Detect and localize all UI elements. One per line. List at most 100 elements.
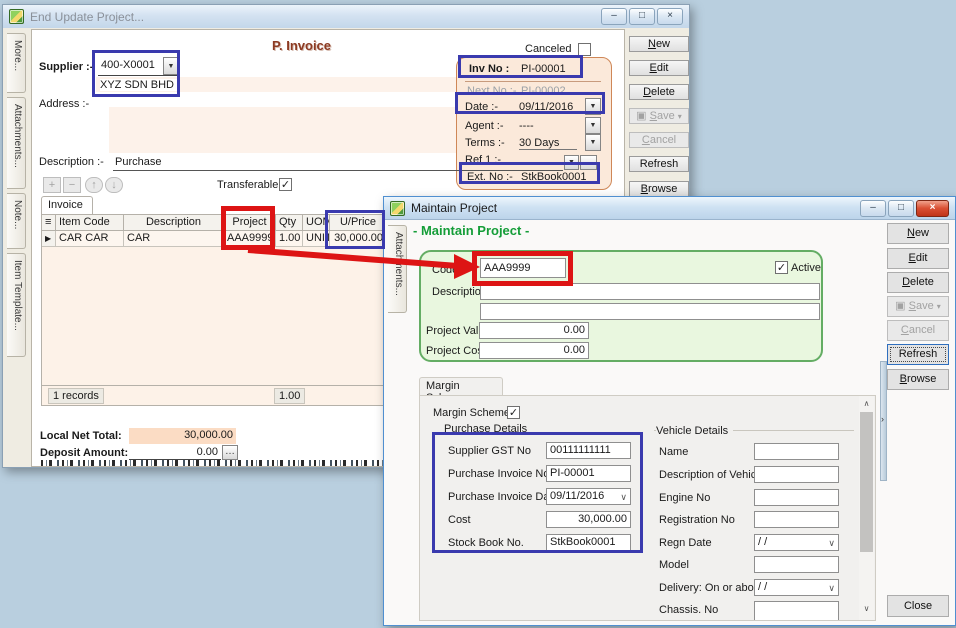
description-more-button[interactable]: … xyxy=(580,155,597,170)
scrollbar-thumb[interactable] xyxy=(860,412,873,552)
new-button[interactable]: New xyxy=(629,36,689,52)
window1-titlebar[interactable]: End Update Project... – □ × xyxy=(3,5,689,28)
cell-uom[interactable]: UNIT xyxy=(303,231,330,246)
sidebar-tab-attachments[interactable]: Attachments... xyxy=(388,225,407,313)
scroll-up-button[interactable]: ∧ xyxy=(860,397,873,410)
project-value-input[interactable]: 0.00 xyxy=(479,322,589,339)
minimize-button[interactable]: – xyxy=(860,200,886,217)
vehicle-name-input[interactable] xyxy=(754,443,839,460)
terms-dropdown-button[interactable]: ▼ xyxy=(585,134,601,151)
code-input[interactable]: AAA9999 xyxy=(480,258,566,278)
header-qty[interactable]: Qty xyxy=(276,215,303,231)
scroll-down-button[interactable]: ∨ xyxy=(860,602,873,615)
splitter-handle[interactable]: › xyxy=(880,361,887,481)
delivery-combo[interactable]: / /∨ xyxy=(754,579,839,596)
project-cost-input[interactable]: 0.00 xyxy=(479,342,589,359)
date-value[interactable]: 09/11/2016 xyxy=(519,101,573,113)
minimize-button[interactable]: – xyxy=(601,8,627,25)
deposit-more-button[interactable]: … xyxy=(222,445,238,460)
regn-date-combo[interactable]: / /∨ xyxy=(754,534,839,551)
project-description-input-1[interactable] xyxy=(480,283,820,300)
add-row-button[interactable]: + xyxy=(43,177,61,193)
sidebar-tab-more[interactable]: More... xyxy=(7,33,26,93)
delete-button[interactable]: Delete xyxy=(887,272,949,293)
agent-dropdown-button[interactable]: ▼ xyxy=(585,117,601,134)
window2-titlebar[interactable]: Maintain Project – □ × xyxy=(384,197,955,220)
address-input[interactable] xyxy=(109,107,463,153)
registration-no-input[interactable] xyxy=(754,511,839,528)
arrow-down-icon: ↓ xyxy=(111,179,117,191)
terms-value[interactable]: 30 Days xyxy=(519,137,577,150)
margin-scheme-checkbox[interactable]: ✓ xyxy=(507,406,520,419)
move-up-button[interactable]: ↑ xyxy=(85,177,103,193)
header-description[interactable]: Description xyxy=(124,215,224,231)
stock-book-no-input[interactable]: StkBook0001 xyxy=(546,534,631,551)
model-input[interactable] xyxy=(754,556,839,573)
deposit-value[interactable]: 0.00 xyxy=(129,445,221,460)
delete-button[interactable]: Delete xyxy=(629,84,689,100)
chassis-no-input[interactable] xyxy=(754,601,839,620)
edit-button[interactable]: Edit xyxy=(629,60,689,76)
cell-description[interactable]: CAR xyxy=(124,231,224,246)
agent-value[interactable]: ---- xyxy=(519,120,534,132)
delivery-label: Delivery: On or about xyxy=(659,582,763,594)
maximize-button[interactable]: □ xyxy=(888,200,914,217)
cost-input[interactable]: 30,000.00 xyxy=(546,511,631,528)
chevron-down-icon: ∨ xyxy=(828,583,835,594)
move-down-button[interactable]: ↓ xyxy=(105,177,123,193)
column-menu-icon[interactable]: ≡ xyxy=(42,215,56,231)
browse-button[interactable]: Browse xyxy=(629,181,689,197)
vehicle-name-label: Name xyxy=(659,446,688,458)
refresh-button[interactable]: Refresh xyxy=(887,344,949,365)
browse-button-label: Browse xyxy=(641,183,678,195)
close-icon: × xyxy=(930,202,936,213)
browse-button-label: Browse xyxy=(900,373,937,385)
header-uom[interactable]: UOM xyxy=(303,215,330,231)
agent-label: Agent :- xyxy=(465,120,504,132)
cell-qty[interactable]: 1.00 xyxy=(276,231,303,246)
new-button[interactable]: New xyxy=(887,223,949,244)
tab-invoice[interactable]: Invoice xyxy=(41,196,93,214)
close-button[interactable]: × xyxy=(916,200,949,217)
panel-scrollbar[interactable]: ∧ ∨ xyxy=(859,396,874,620)
minus-icon: − xyxy=(69,179,75,191)
supplier-dropdown-button[interactable]: ▼ xyxy=(163,57,179,75)
vehicle-description-input[interactable] xyxy=(754,466,839,483)
table-row[interactable]: ▶ CAR CAR CAR AAA9999 1.00 UNIT 30,000.0… xyxy=(42,231,386,247)
cancel-button[interactable]: Cancel xyxy=(629,132,689,148)
description-value[interactable]: Purchase xyxy=(115,156,161,168)
canceled-checkbox[interactable] xyxy=(578,43,591,56)
save-button[interactable]: ▣ Save ▾ xyxy=(629,108,689,124)
supplier-gst-input[interactable]: 00111111111 xyxy=(546,442,631,459)
browse-button[interactable]: Browse xyxy=(887,369,949,390)
cell-uprice[interactable]: 30,000.00 xyxy=(330,231,386,246)
remove-row-button[interactable]: − xyxy=(63,177,81,193)
header-project[interactable]: Project xyxy=(224,215,276,231)
purchase-invoice-no-input[interactable]: PI-00001 xyxy=(546,465,631,482)
close-window-button[interactable]: Close xyxy=(887,595,949,617)
sidebar-tab-item-template[interactable]: Item Template... xyxy=(7,253,26,357)
invoice-table: ≡ Item Code Description Project Qty UOM … xyxy=(41,214,387,406)
vehicle-details-title: Vehicle Details xyxy=(656,425,733,437)
close-button[interactable]: × xyxy=(657,8,683,25)
header-item-code[interactable]: Item Code xyxy=(56,215,124,231)
tab-margin-scheme[interactable]: Margin Scheme xyxy=(419,377,503,396)
active-checkbox[interactable]: ✓ xyxy=(775,261,788,274)
sidebar-tab-note[interactable]: Note... xyxy=(7,193,26,249)
ext-no-value[interactable]: StkBook0001 xyxy=(521,171,586,183)
header-uprice[interactable]: U/Price xyxy=(330,215,386,231)
save-button[interactable]: ▣ Save ▾ xyxy=(887,296,949,317)
project-description-input-2[interactable] xyxy=(480,303,820,320)
purchase-invoice-date-combo[interactable]: 09/11/2016∨ xyxy=(546,488,631,505)
edit-button[interactable]: Edit xyxy=(887,248,949,269)
cell-item-code[interactable]: CAR CAR xyxy=(56,231,124,246)
cell-project[interactable]: AAA9999 xyxy=(224,231,276,246)
maximize-button[interactable]: □ xyxy=(629,8,655,25)
transferable-checkbox[interactable]: ✓ xyxy=(279,178,292,191)
refresh-button[interactable]: Refresh xyxy=(629,156,689,172)
description-dropdown-button[interactable]: ▼ xyxy=(564,155,579,170)
date-dropdown-button[interactable]: ▼ xyxy=(585,98,601,115)
engine-no-input[interactable] xyxy=(754,489,839,506)
sidebar-tab-attachments[interactable]: Attachments... xyxy=(7,97,26,189)
cancel-button[interactable]: Cancel xyxy=(887,320,949,341)
